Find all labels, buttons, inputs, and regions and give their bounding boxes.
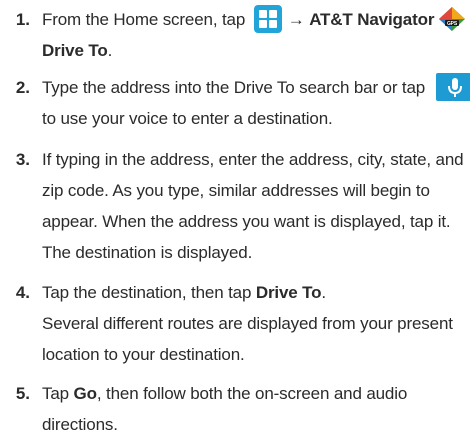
gps-icon: GPS xyxy=(438,6,466,32)
step-number: 3. xyxy=(15,150,30,169)
step-note: Several different routes are displayed f… xyxy=(42,314,453,333)
target-label: Drive To xyxy=(42,41,108,60)
step-text-segment: From the Home screen, tap xyxy=(42,10,250,29)
step-text: Tap Go, then follow both the on-screen a… xyxy=(42,378,464,440)
step-line: zip code. As you type, similar addresses… xyxy=(42,181,430,200)
punctuation: . xyxy=(107,41,113,60)
target-label: Go xyxy=(73,384,97,403)
apps-grid-icon xyxy=(253,4,282,33)
app-name: AT&T Navigator xyxy=(309,10,435,29)
step-number: 5. xyxy=(15,384,30,403)
step-text-segment: directions. xyxy=(42,415,118,434)
svg-text:GPS: GPS xyxy=(447,21,458,27)
step-number: 1. xyxy=(15,10,30,29)
step-number: 4. xyxy=(15,283,30,302)
step-note: The destination is displayed. xyxy=(42,243,253,262)
step-text-segment: Type the address into the Drive To searc… xyxy=(42,78,430,97)
arrow: → xyxy=(287,10,305,29)
step-text: Tap the destination, then tap Drive To. … xyxy=(42,277,464,370)
step-text-segment: Tap the destination, then tap xyxy=(42,283,256,302)
step-line: If typing in the address, enter the addr… xyxy=(42,150,464,169)
step-text-segment: , then follow both the on-screen and aud… xyxy=(96,384,408,403)
step-text: From the Home screen, tap → AT&T Navigat… xyxy=(42,4,466,66)
step-text: Type the address into the Drive To searc… xyxy=(42,72,470,134)
step-text-segment: Tap xyxy=(42,384,74,403)
step-text-segment: to use your voice to enter a destination… xyxy=(42,109,333,128)
microphone-icon xyxy=(435,72,470,101)
step-text: If typing in the address, enter the addr… xyxy=(42,144,464,268)
step-note: location to your destination. xyxy=(42,345,245,364)
instructions-page: 1. From the Home screen, tap → AT&T Navi… xyxy=(0,0,470,441)
step-number: 2. xyxy=(15,78,30,97)
punctuation: . xyxy=(321,283,326,302)
step-line: appear. When the address you want is dis… xyxy=(42,212,451,231)
target-label: Drive To xyxy=(255,283,322,302)
